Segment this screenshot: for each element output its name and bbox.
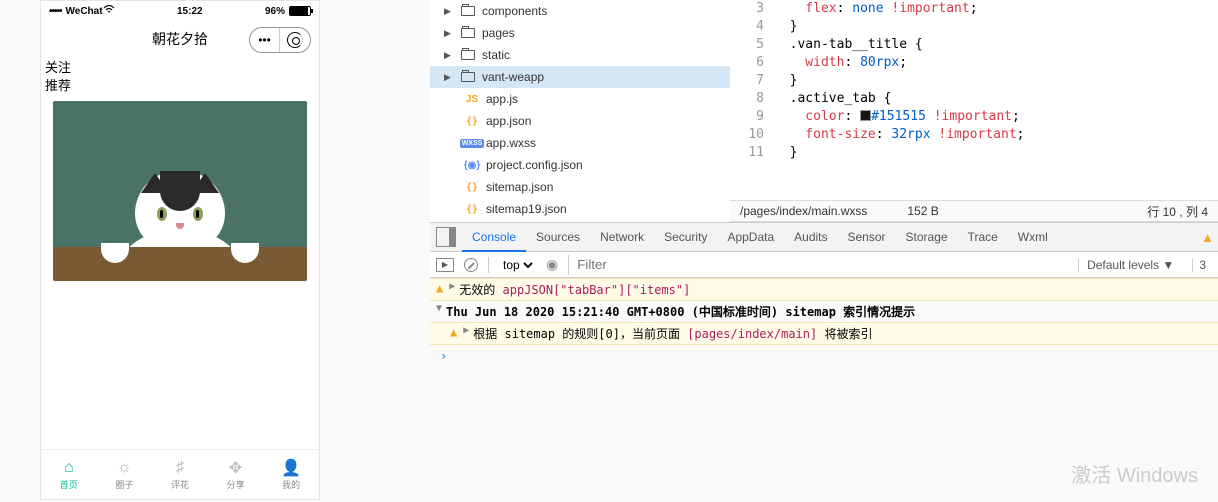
tab-sources[interactable]: Sources	[526, 223, 590, 251]
hash-icon: ♯	[170, 458, 190, 478]
tree-folder-pages[interactable]: ▶pages	[430, 22, 730, 44]
feed-image-cat[interactable]	[53, 101, 307, 281]
json-icon	[462, 116, 482, 127]
color-swatch-icon	[860, 110, 871, 121]
carrier-label: WeChat	[49, 6, 103, 17]
live-expression-icon[interactable]: ◉	[546, 256, 558, 273]
tree-file-sitemap19[interactable]: sitemap19.json	[430, 198, 730, 220]
console-filter-input[interactable]	[568, 255, 1068, 275]
status-cursor-pos: 行 10 , 列 4	[1147, 203, 1208, 220]
tab-storage[interactable]: Storage	[896, 223, 958, 251]
tree-file-app-wxss[interactable]: WXSSapp.wxss	[430, 132, 730, 154]
gear-icon: ☼	[114, 458, 134, 478]
dock-side-icon[interactable]	[436, 227, 456, 247]
expand-icon[interactable]: ▶	[449, 281, 455, 292]
console-toolbar: ▶ top ◉ Default levels ▼ 3	[430, 252, 1218, 278]
tab-security[interactable]: Security	[654, 223, 717, 251]
clear-console-icon[interactable]	[464, 258, 478, 272]
hidden-count: 3	[1192, 258, 1212, 272]
wifi-icon	[103, 5, 115, 18]
phone-status-bar: WeChat 15:22 96%	[41, 1, 319, 21]
tree-file-app-json[interactable]: app.json	[430, 110, 730, 132]
user-icon: 👤	[281, 458, 301, 478]
js-icon: JS	[462, 94, 482, 105]
nav-mine[interactable]: 👤我的	[263, 450, 319, 499]
console-warning-row[interactable]: ▲ ▶ 无效的 appJSON["tabBar"]["items"]	[430, 278, 1218, 301]
tab-appdata[interactable]: AppData	[717, 223, 784, 251]
context-select[interactable]: top	[499, 257, 536, 273]
phone-time: 15:22	[115, 6, 265, 17]
capsule-close-icon[interactable]	[280, 28, 310, 52]
toggle-sidebar-icon[interactable]: ▶	[436, 258, 454, 272]
console-group-row[interactable]: ▼ Thu Jun 18 2020 15:21:40 GMT+0800 (中国标…	[430, 301, 1218, 322]
console-prompt[interactable]: ›	[430, 345, 1218, 367]
console-warning-row[interactable]: ▲ ▶ 根据 sitemap 的规则[0]，当前页面 [pages/index/…	[430, 322, 1218, 345]
phone-titlebar: 朝花夕拾 •••	[41, 21, 319, 57]
editor-content[interactable]: flex: none !important; } .van-tab__title…	[774, 0, 1024, 200]
capsule-buttons[interactable]: •••	[249, 27, 311, 53]
tree-folder-components[interactable]: ▶components	[430, 0, 730, 22]
expand-icon[interactable]: ▶	[463, 325, 469, 336]
windows-activation-watermark: 激活 Windows	[1071, 459, 1198, 488]
status-filepath: /pages/index/main.wxss	[740, 204, 867, 218]
nav-circle[interactable]: ☼圈子	[97, 450, 153, 499]
nav-flower[interactable]: ♯评花	[152, 450, 208, 499]
nav-share[interactable]: ✥分享	[208, 450, 264, 499]
editor-status-bar: /pages/index/main.wxss 152 B 行 10 , 列 4	[730, 200, 1218, 222]
nav-home[interactable]: ⌂首页	[41, 450, 97, 499]
tab-sensor[interactable]: Sensor	[838, 223, 896, 251]
devtools-tabbar: Console Sources Network Security AppData…	[430, 222, 1218, 252]
editor-gutter: 345 678 91011	[730, 0, 774, 200]
tree-file-sitemap[interactable]: sitemap.json	[430, 176, 730, 198]
tab-recommend[interactable]: 推荐	[45, 77, 319, 95]
warning-icon: ▲	[436, 281, 443, 295]
tab-trace[interactable]: Trace	[958, 223, 1008, 251]
log-levels-select[interactable]: Default levels ▼	[1078, 258, 1182, 272]
config-icon: {◉}	[462, 160, 482, 171]
home-icon: ⌂	[59, 458, 79, 478]
tree-folder-vant-weapp[interactable]: ▶vant-weapp	[430, 66, 730, 88]
code-editor[interactable]: 345 678 91011 flex: none !important; } .…	[730, 0, 1218, 200]
content-tabs: 关注 推荐	[41, 57, 319, 97]
tree-file-app-js[interactable]: JSapp.js	[430, 88, 730, 110]
tab-follow[interactable]: 关注	[45, 59, 319, 77]
warning-icon: ▲	[450, 325, 457, 339]
battery-pct: 96%	[265, 6, 285, 17]
wxss-icon: WXSS	[460, 139, 485, 148]
phone-simulator: WeChat 15:22 96% 朝花夕拾 ••• 关注 推荐	[40, 0, 320, 500]
console-output: ▲ ▶ 无效的 appJSON["tabBar"]["items"] ▼ Thu…	[430, 278, 1218, 367]
tab-network[interactable]: Network	[590, 223, 654, 251]
status-filesize: 152 B	[907, 204, 938, 218]
tab-audits[interactable]: Audits	[784, 223, 837, 251]
file-tree: ▶components ▶pages ▶static ▶vant-weapp J…	[430, 0, 730, 222]
tab-wxml[interactable]: Wxml	[1008, 223, 1058, 251]
tree-file-project-config[interactable]: {◉}project.config.json	[430, 154, 730, 176]
page-title: 朝花夕拾	[152, 29, 208, 49]
warning-count-icon[interactable]: ▲	[1201, 230, 1214, 245]
tab-console[interactable]: Console	[462, 224, 526, 252]
json-icon	[462, 182, 482, 193]
phone-tabbar: ⌂首页 ☼圈子 ♯评花 ✥分享 👤我的	[41, 449, 319, 499]
battery-icon	[289, 6, 311, 16]
capsule-menu-icon[interactable]: •••	[250, 28, 280, 52]
json-icon	[462, 204, 482, 215]
collapse-icon[interactable]: ▼	[436, 303, 442, 314]
puzzle-icon: ✥	[226, 458, 246, 478]
tree-folder-static[interactable]: ▶static	[430, 44, 730, 66]
